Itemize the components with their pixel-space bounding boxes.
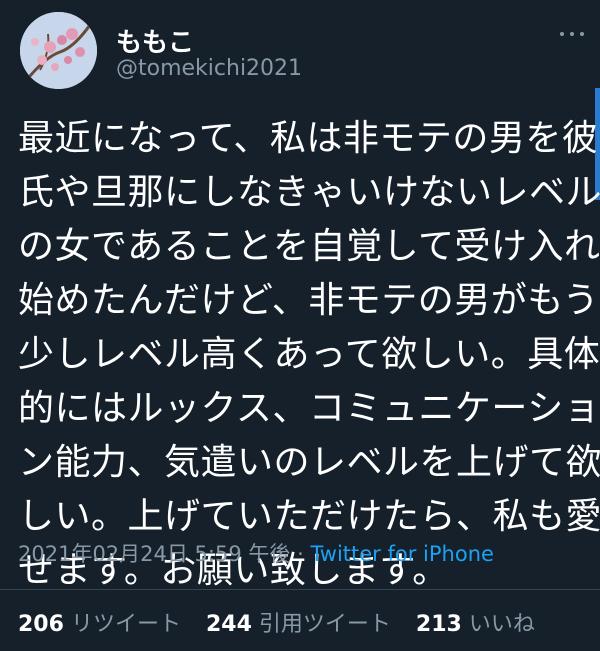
meta-separator: · [290, 542, 311, 566]
retweets-count: 206 [18, 612, 64, 637]
tweet-text: 最近になって、私は非モテの男を彼 氏や旦那にしなきゃいけないレベル の女であるこ… [18, 112, 600, 598]
tweet-text-line: の女であることを自覚して受け入れ [18, 226, 600, 267]
more-horizontal-icon[interactable] [560, 24, 584, 44]
more-dot [580, 32, 584, 36]
more-dot [560, 32, 564, 36]
tweet-meta: 2021年02月24日 5:59 午後 · Twitter for iPhone [18, 538, 494, 568]
more-dot [570, 32, 574, 36]
tweet-text-line: 始めたんだけど、非モテの男がもう [18, 280, 600, 321]
tweet-text-line: 少しレベル高くあって欲しい。具体 [18, 334, 600, 375]
retweets-stat[interactable]: 206 リツイート [18, 612, 181, 637]
timestamp[interactable]: 2021年02月24日 5:59 午後 [18, 542, 290, 566]
avatar[interactable] [20, 12, 97, 89]
quotes-label: 引用ツイート [258, 612, 391, 637]
likes-label: いいね [468, 612, 535, 637]
avatar-image [20, 12, 97, 89]
tweet-text-line: ン能力、気遣いのレベルを上げて欲 [18, 442, 600, 483]
tweet-text-line: 氏や旦那にしなきゃいけないレベル [18, 172, 600, 213]
tweet-text-line: しい。上げていただけたら、私も愛 [18, 496, 600, 537]
display-name[interactable]: ももこ [116, 22, 194, 59]
quotes-stat[interactable]: 244 引用ツイート [206, 612, 391, 637]
divider [0, 589, 600, 590]
tweet-text-line: 的にはルックス、コミュニケーショ [18, 388, 600, 429]
tweet-text-line: 最近になって、私は非モテの男を彼 [18, 118, 599, 159]
user-handle[interactable]: @tomekichi2021 [116, 56, 302, 81]
likes-stat[interactable]: 213 いいね [416, 612, 535, 637]
retweets-label: リツイート [70, 612, 181, 637]
tweet-stats: 206 リツイート 244 引用ツイート 213 いいね [18, 606, 535, 638]
source-link[interactable]: Twitter for iPhone [310, 542, 494, 566]
likes-count: 213 [415, 612, 462, 637]
quotes-count: 244 [205, 612, 252, 637]
